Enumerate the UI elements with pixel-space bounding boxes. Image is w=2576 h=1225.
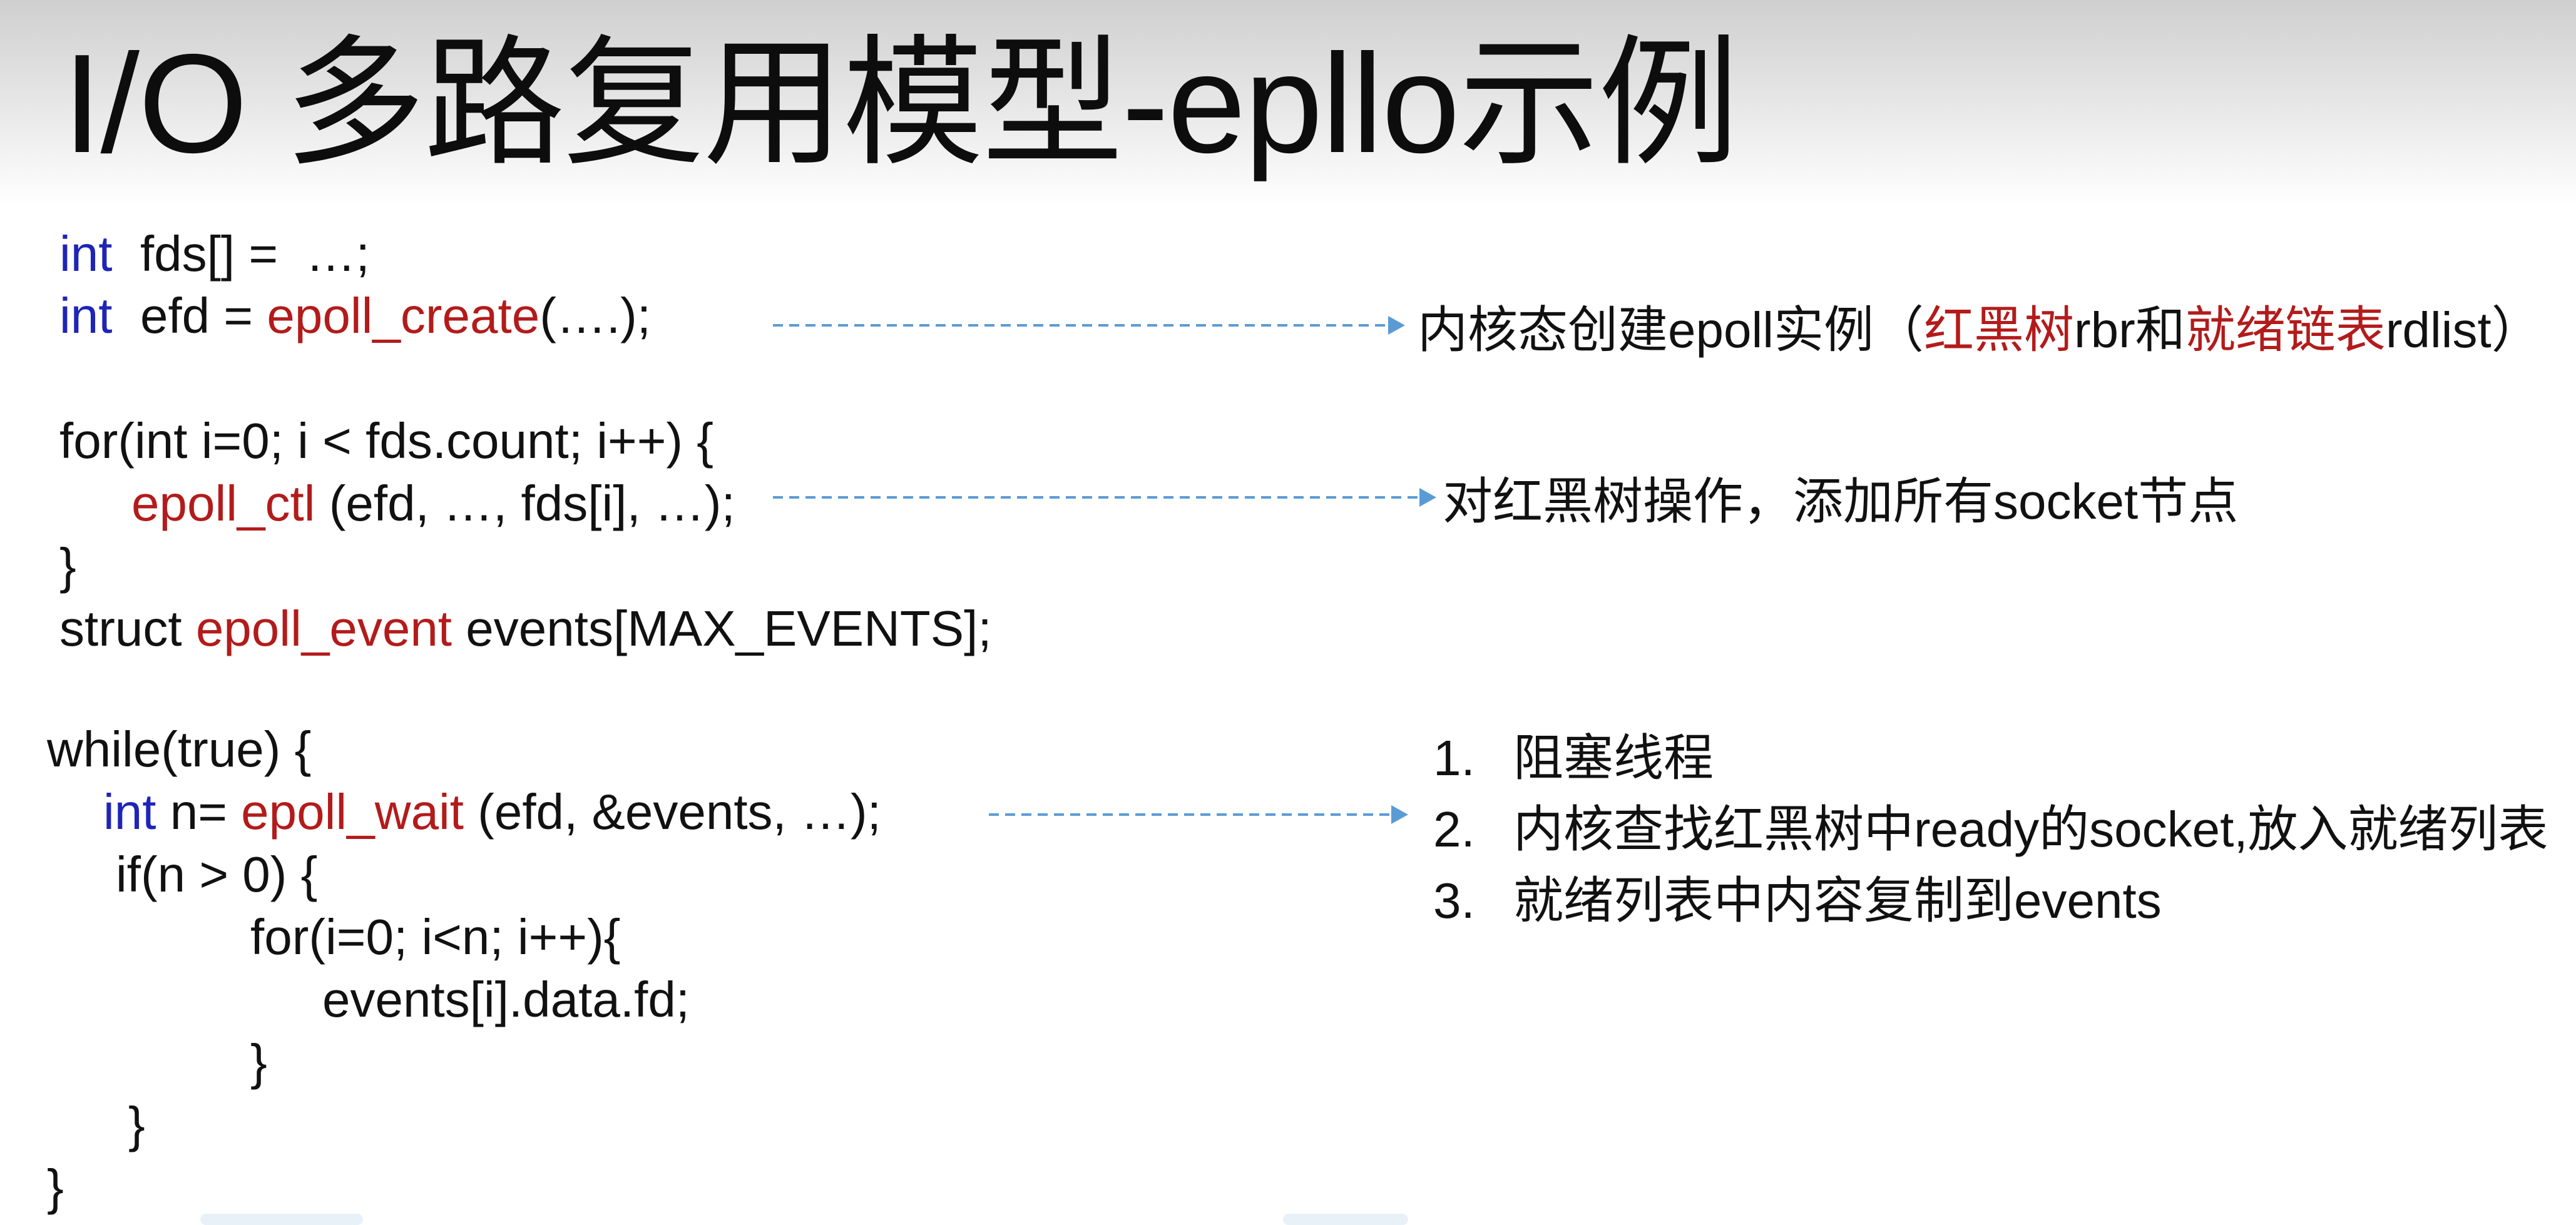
slide-title: I/O 多路复用模型-epllo示例: [63, 24, 1739, 182]
note-epoll-ctl: 对红黑树操作，添加所有socket节点: [1443, 474, 2239, 529]
code-keyword: int: [103, 784, 156, 840]
code-line-9: if(n > 0) {: [116, 846, 318, 902]
slide: I/O 多路复用模型-epllo示例 int fds[] = …; int ef…: [0, 0, 2576, 1225]
note-text: rdlist）: [2385, 302, 2542, 358]
code-function: epoll_create: [267, 288, 540, 343]
arrow-wait-head-icon: [1391, 805, 1408, 824]
note-highlight: 红黑树: [1924, 302, 2075, 358]
code-line-5: }: [59, 538, 76, 594]
wait-list-item: 1. 阻塞线程: [1433, 727, 1714, 790]
code-line-10: for(i=0; i<n; i++){: [250, 909, 621, 965]
code-text: n=: [156, 784, 242, 840]
code-line-7: while(true) {: [47, 721, 312, 777]
note-text: 内核态创建epoll实例（: [1418, 302, 1924, 358]
bottom-decoration: [1283, 1214, 1408, 1225]
note-highlight: 就绪链表: [2185, 302, 2386, 358]
code-function: epoll_ctl: [131, 475, 315, 531]
code-text: fds[] = …;: [112, 226, 370, 282]
wait-list-item: 3. 就绪列表中内容复制到events: [1433, 870, 2162, 932]
bottom-decoration: [200, 1214, 363, 1225]
code-line-1: int fds[] = …;: [59, 223, 370, 285]
code-line-4: epoll_ctl (efd, …, fds[i], …);: [131, 472, 735, 535]
code-line-12: }: [250, 1034, 267, 1090]
arrow-ctl-head-icon: [1419, 488, 1436, 507]
code-line-11: events[i].data.fd;: [322, 972, 690, 1027]
list-text: 就绪列表中内容复制到events: [1513, 873, 2162, 928]
note-epoll-create: 内核态创建epoll实例（红黑树rbr和就绪链表rdlist）: [1418, 299, 2542, 362]
code-text: (efd, …, fds[i], …);: [315, 475, 735, 531]
list-number: 3.: [1433, 873, 1475, 928]
note-text: rbr和: [2074, 302, 2185, 358]
code-line-2: int efd = epoll_create(….);: [59, 285, 651, 347]
code-line-13: }: [128, 1097, 145, 1152]
list-text: 阻塞线程: [1513, 730, 1714, 786]
code-text: efd =: [112, 288, 267, 343]
list-text: 内核查找红黑树中ready的socket,放入就绪列表: [1513, 801, 2548, 857]
code-text: events[MAX_EVENTS];: [452, 601, 992, 656]
code-text: (efd, &events, …);: [463, 784, 881, 840]
code-function: epoll_event: [195, 601, 452, 656]
list-number: 2.: [1433, 801, 1475, 857]
wait-list-item: 2. 内核查找红黑树中ready的socket,放入就绪列表: [1433, 798, 2548, 861]
arrow-create-head-icon: [1388, 316, 1405, 335]
list-number: 1.: [1433, 730, 1475, 786]
code-text: struct: [59, 601, 196, 656]
code-keyword: int: [59, 226, 113, 282]
code-keyword: int: [59, 288, 113, 343]
code-line-8: int n= epoll_wait (efd, &events, …);: [103, 781, 881, 843]
code-text: (….);: [539, 288, 651, 343]
code-line-14: }: [47, 1159, 64, 1215]
code-function: epoll_wait: [241, 784, 464, 840]
code-line-6: struct epoll_event events[MAX_EVENTS];: [59, 597, 992, 660]
code-line-3: for(int i=0; i < fds.count; i++) {: [59, 413, 713, 469]
